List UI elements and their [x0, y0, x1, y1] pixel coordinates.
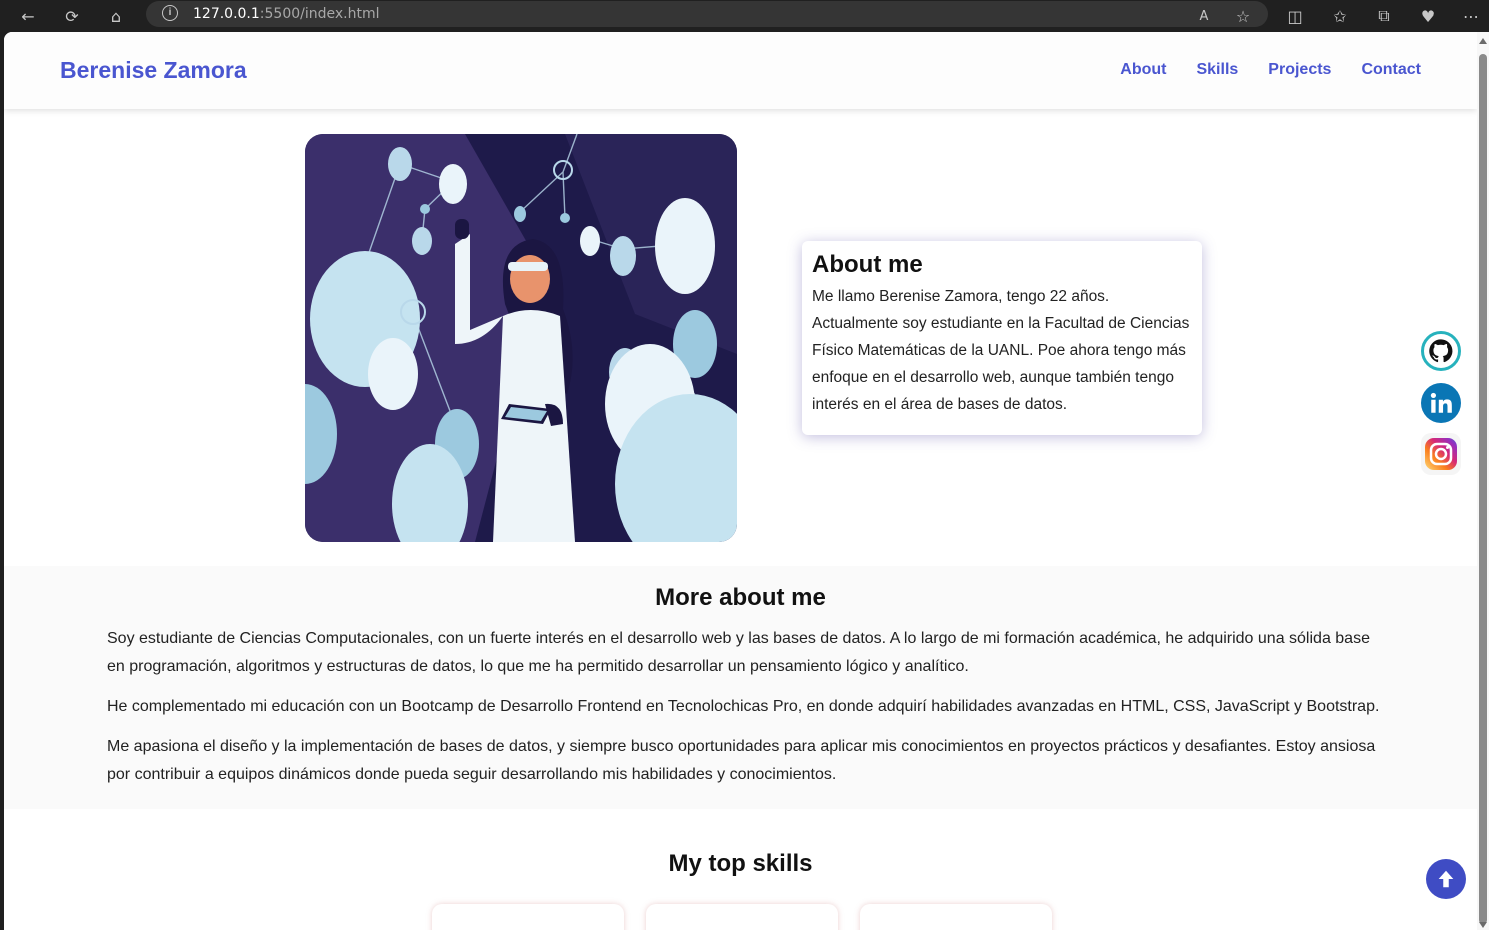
more-about-paragraph: Soy estudiante de Ciencias Computacional… [107, 630, 1370, 675]
back-to-top-button[interactable] [1426, 859, 1466, 899]
main-nav: About Skills Projects Contact [1120, 61, 1421, 79]
scientist-illustration [305, 134, 737, 542]
nav-projects[interactable]: Projects [1268, 61, 1331, 79]
about-card: About me Me llamo Berenise Zamora, tengo… [802, 241, 1202, 435]
about-text: Me llamo Berenise Zamora, tengo 22 años.… [812, 288, 1190, 413]
scroll-thumb[interactable] [1479, 54, 1487, 924]
nav-skills[interactable]: Skills [1196, 61, 1238, 79]
about-title: About me [812, 251, 923, 278]
favorites-icon[interactable]: ✩ [1328, 4, 1352, 28]
page-viewport: Berenise Zamora About Skills Projects Co… [4, 32, 1489, 930]
browser-toolbar: ← ⟳ ⌂ i 127.0.0.1:5500/index.html A ☆ ◫ … [0, 0, 1489, 32]
skill-card [860, 904, 1052, 930]
collections-icon[interactable]: ⧉ [1372, 4, 1396, 28]
info-icon[interactable]: i [162, 5, 178, 21]
scroll-down-arrow[interactable] [1479, 922, 1487, 928]
github-icon[interactable] [1421, 331, 1461, 371]
skills-title: My top skills [668, 850, 813, 877]
health-icon[interactable]: ♥ [1416, 4, 1440, 28]
more-icon[interactable]: ⋯ [1459, 4, 1483, 28]
more-about-title: More about me [655, 584, 826, 611]
favorite-icon[interactable]: ☆ [1231, 4, 1255, 28]
read-aloud-icon[interactable]: A [1192, 4, 1216, 28]
back-icon[interactable]: ← [16, 4, 40, 28]
reload-icon[interactable]: ⟳ [60, 4, 84, 28]
instagram-icon[interactable] [1421, 433, 1461, 475]
more-about-paragraph: Me apasiona el diseño y la implementació… [107, 738, 1376, 783]
scroll-up-arrow[interactable] [1479, 38, 1487, 44]
nav-about[interactable]: About [1120, 61, 1166, 79]
skill-card [432, 904, 624, 930]
url-text[interactable]: 127.0.0.1:5500/index.html [193, 6, 380, 22]
skill-card [646, 904, 838, 930]
more-about-paragraph: He complementado mi educación con un Boo… [107, 698, 1380, 715]
page-scrollbar[interactable] [1477, 32, 1489, 930]
home-icon[interactable]: ⌂ [104, 4, 128, 28]
split-screen-icon[interactable]: ◫ [1283, 4, 1307, 28]
brand-logo[interactable]: Berenise Zamora [60, 57, 247, 84]
nav-contact[interactable]: Contact [1361, 61, 1421, 79]
more-about-section: More about me Soy estudiante de Ciencias… [4, 566, 1477, 809]
linkedin-icon[interactable] [1421, 383, 1461, 423]
site-header: Berenise Zamora About Skills Projects Co… [4, 32, 1477, 109]
arrow-up-icon [1438, 870, 1454, 888]
